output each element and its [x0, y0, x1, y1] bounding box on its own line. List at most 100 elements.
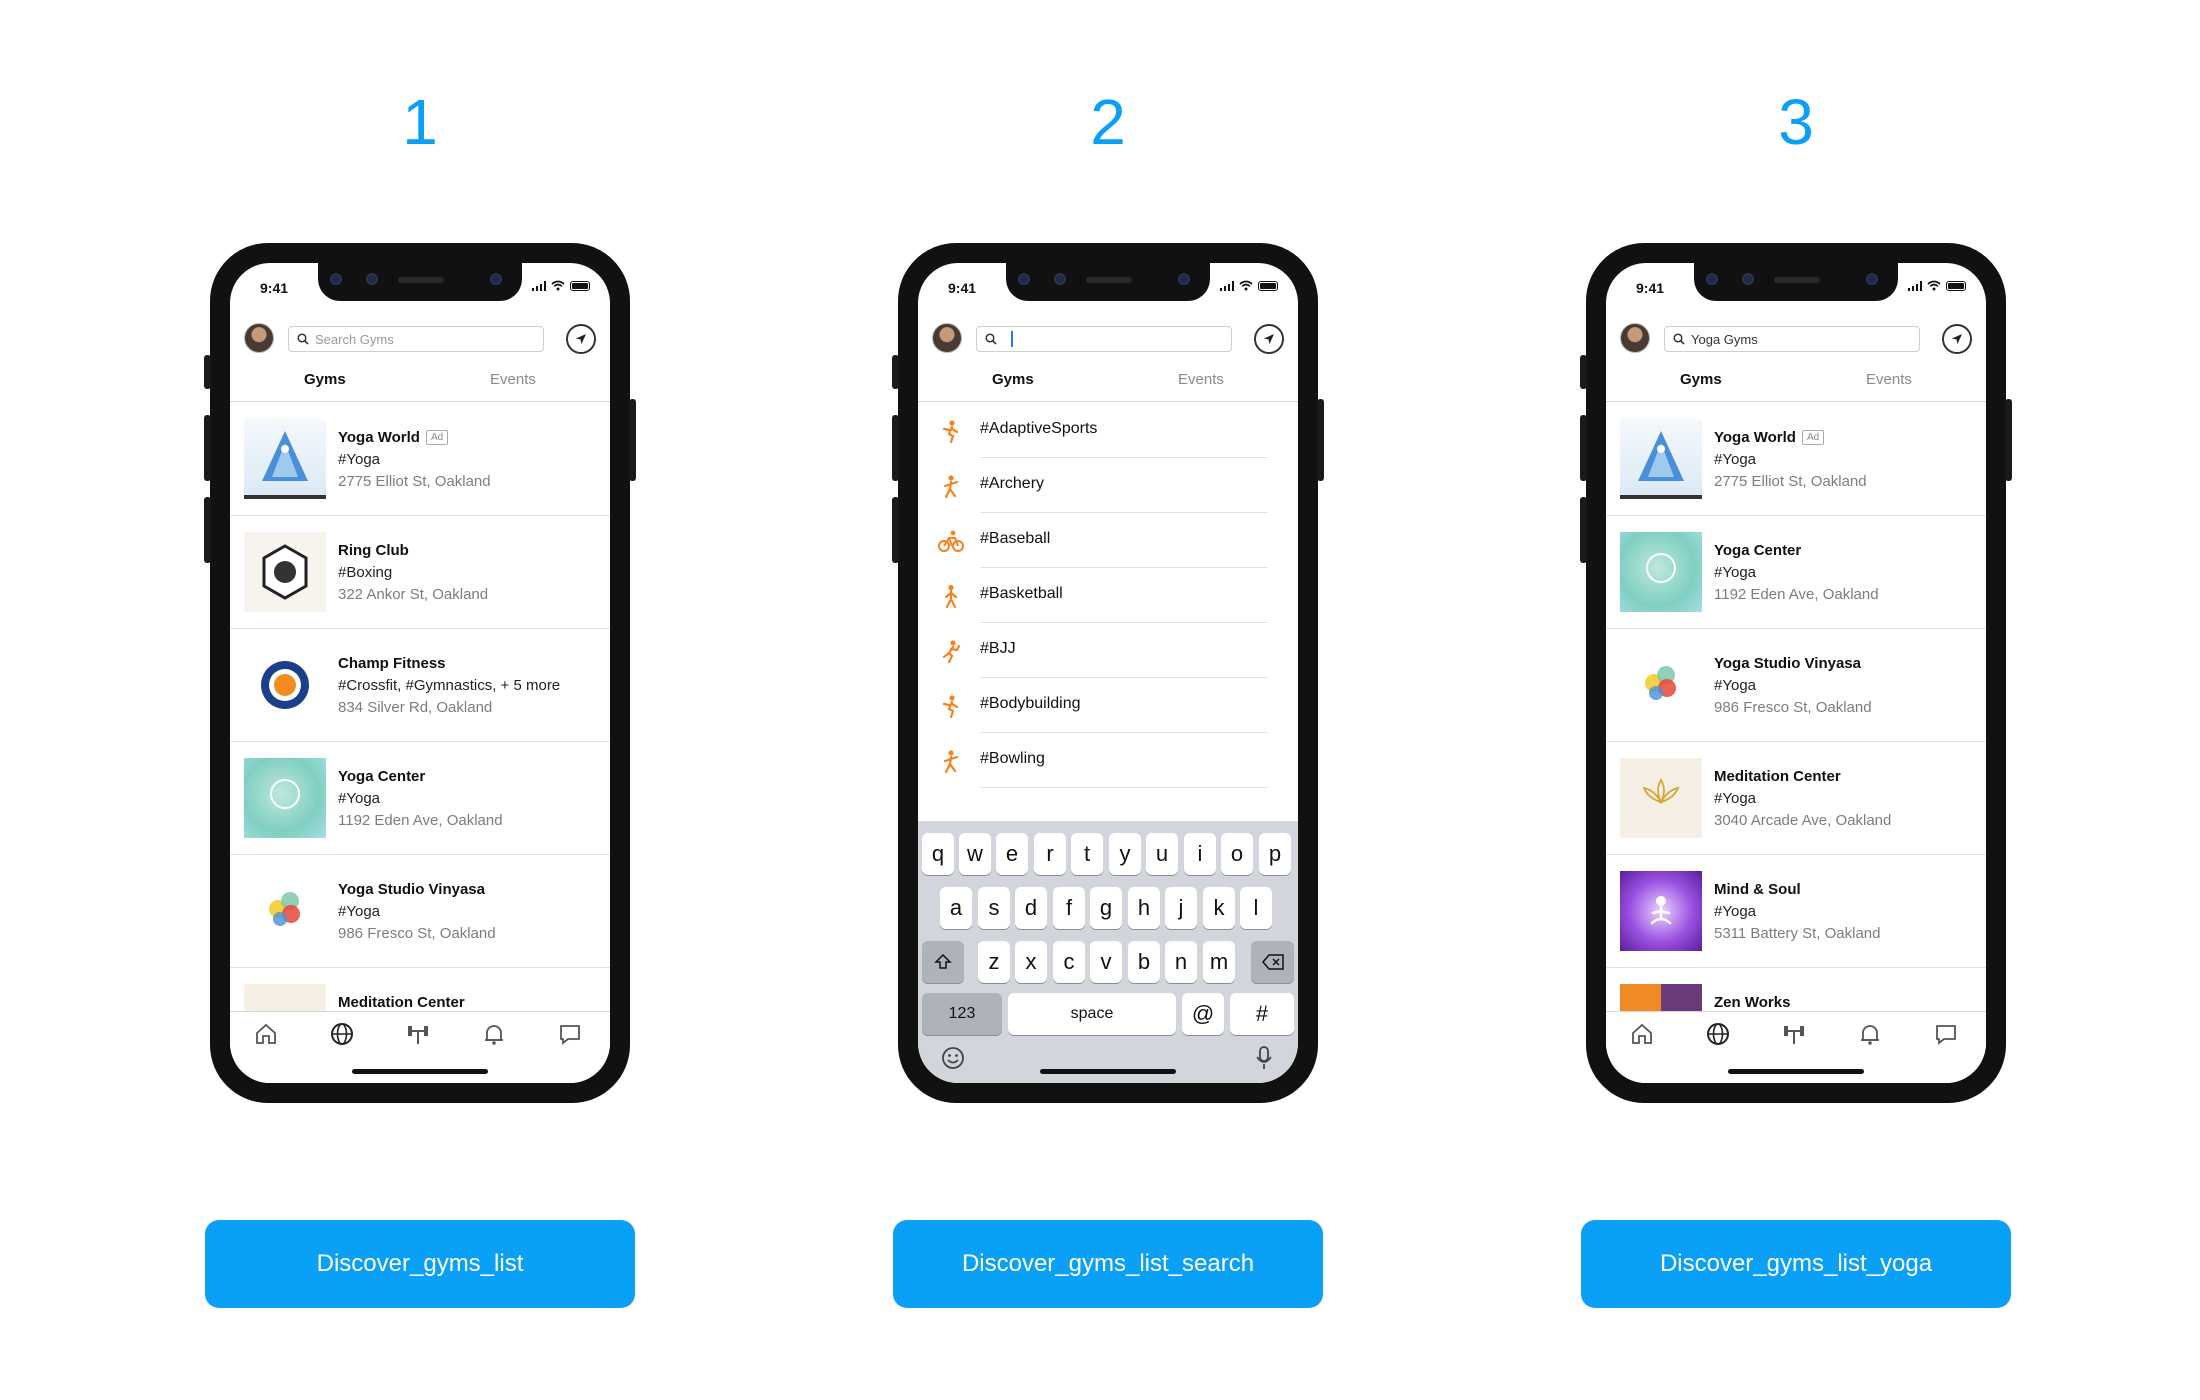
home-icon[interactable]	[1628, 1020, 1656, 1048]
numbers-key[interactable]: 123	[922, 993, 1002, 1035]
gym-tags: #Yoga	[1714, 451, 1756, 468]
key-l[interactable]: l	[1240, 887, 1272, 929]
list-item[interactable]: Yoga Center #Yoga 1192 Eden Ave, Oakland	[230, 742, 610, 855]
key-y[interactable]: y	[1109, 833, 1141, 875]
avatar[interactable]	[932, 323, 962, 353]
location-button[interactable]	[1254, 324, 1284, 354]
key-a[interactable]: a	[940, 887, 972, 929]
caption-button[interactable]: Discover_gyms_list	[205, 1220, 635, 1308]
key-q[interactable]: q	[922, 833, 954, 875]
baseball-icon	[938, 530, 964, 552]
gym-name: Yoga Studio Vinyasa	[338, 881, 485, 898]
tab-events[interactable]: Events	[1178, 371, 1224, 388]
search-input[interactable]: Search Gyms	[288, 326, 544, 352]
tab-gyms[interactable]: Gyms	[992, 371, 1034, 388]
suggestion-item[interactable]: #Baseball	[918, 513, 1298, 568]
hash-key[interactable]: #	[1230, 993, 1294, 1035]
list-item[interactable]: Meditation Center	[230, 968, 610, 1011]
chat-icon[interactable]	[1932, 1020, 1960, 1048]
tab-events[interactable]: Events	[1866, 371, 1912, 388]
location-button[interactable]	[566, 324, 596, 354]
list-item[interactable]: Yoga World Ad #Yoga 2775 Elliot St, Oakla…	[230, 403, 610, 516]
key-u[interactable]: u	[1146, 833, 1178, 875]
caption-button[interactable]: Discover_gyms_list_yoga	[1581, 1220, 2011, 1308]
microphone-icon[interactable]	[1254, 1045, 1274, 1071]
key-f[interactable]: f	[1053, 887, 1085, 929]
list-item[interactable]: Meditation Center #Yoga 3040 Arcade Ave,…	[1606, 742, 1986, 855]
list-item[interactable]: Ring Club #Boxing 322 Ankor St, Oakland	[230, 516, 610, 629]
bodybuilding-icon	[942, 695, 959, 719]
key-o[interactable]: o	[1221, 833, 1253, 875]
home-indicator	[352, 1069, 488, 1074]
signal-icon	[1219, 280, 1234, 291]
gym-tags: #Yoga	[338, 790, 380, 807]
key-n[interactable]: n	[1165, 941, 1197, 983]
key-x[interactable]: x	[1015, 941, 1047, 983]
key-r[interactable]: r	[1034, 833, 1066, 875]
location-button[interactable]	[1942, 324, 1972, 354]
volume-up-button	[892, 415, 899, 481]
key-b[interactable]: b	[1128, 941, 1160, 983]
location-arrow-icon	[1264, 334, 1274, 344]
at-key[interactable]: @	[1182, 993, 1224, 1035]
key-c[interactable]: c	[1053, 941, 1085, 983]
dumbbell-icon[interactable]	[404, 1020, 432, 1048]
tab-gyms[interactable]: Gyms	[304, 371, 346, 388]
search-input[interactable]	[976, 326, 1232, 352]
key-v[interactable]: v	[1090, 941, 1122, 983]
gym-list: Yoga World Ad #Yoga 2775 Elliot St, Oakla…	[1606, 403, 1986, 1011]
yoga-world-logo	[1620, 431, 1702, 499]
backspace-key[interactable]	[1251, 941, 1294, 983]
gym-thumbnail	[244, 645, 326, 725]
suggestion-label: #Bowling	[980, 750, 1045, 767]
key-z[interactable]: z	[978, 941, 1010, 983]
bell-icon[interactable]	[480, 1020, 508, 1048]
list-item[interactable]: Zen Works	[1606, 968, 1986, 1011]
key-t[interactable]: t	[1071, 833, 1103, 875]
key-e[interactable]: e	[996, 833, 1028, 875]
suggestion-item[interactable]: #AdaptiveSports	[918, 403, 1298, 458]
gym-thumbnail	[1620, 871, 1702, 951]
list-item[interactable]: Mind & Soul #Yoga 5311 Battery St, Oakla…	[1606, 855, 1986, 968]
globe-icon[interactable]	[328, 1020, 356, 1048]
suggestion-item[interactable]: #Archery	[918, 458, 1298, 513]
shift-key[interactable]	[922, 941, 964, 983]
list-item[interactable]: Yoga Studio Vinyasa #Yoga 986 Fresco St,…	[1606, 629, 1986, 742]
key-i[interactable]: i	[1184, 833, 1216, 875]
space-key[interactable]: space	[1008, 993, 1176, 1035]
key-j[interactable]: j	[1165, 887, 1197, 929]
gym-thumbnail	[1620, 419, 1702, 499]
key-w[interactable]: w	[959, 833, 991, 875]
tab-events[interactable]: Events	[490, 371, 536, 388]
avatar[interactable]	[244, 323, 274, 353]
key-m[interactable]: m	[1203, 941, 1235, 983]
list-item[interactable]: Yoga Studio Vinyasa #Yoga 986 Fresco St,…	[230, 855, 610, 968]
search-input[interactable]: Yoga Gyms	[1664, 326, 1920, 352]
key-s[interactable]: s	[978, 887, 1010, 929]
caption-button[interactable]: Discover_gyms_list_search	[893, 1220, 1323, 1308]
emoji-icon[interactable]	[940, 1045, 966, 1071]
search-icon	[985, 333, 997, 345]
suggestion-item[interactable]: #BJJ	[918, 623, 1298, 678]
suggestion-item[interactable]: #Basketball	[918, 568, 1298, 623]
gym-name: Ring Club	[338, 542, 409, 559]
list-item[interactable]: Champ Fitness #Crossfit, #Gymnastics, + …	[230, 629, 610, 742]
key-p[interactable]: p	[1259, 833, 1291, 875]
suggestion-list: #AdaptiveSports #Archery #Baseball #Bask…	[918, 403, 1298, 788]
list-item[interactable]: Yoga Center #Yoga 1192 Eden Ave, Oakland	[1606, 516, 1986, 629]
key-k[interactable]: k	[1203, 887, 1235, 929]
key-d[interactable]: d	[1015, 887, 1047, 929]
home-icon[interactable]	[252, 1020, 280, 1048]
avatar[interactable]	[1620, 323, 1650, 353]
dumbbell-icon[interactable]	[1780, 1020, 1808, 1048]
key-h[interactable]: h	[1128, 887, 1160, 929]
globe-icon[interactable]	[1704, 1020, 1732, 1048]
chat-icon[interactable]	[556, 1020, 584, 1048]
list-item[interactable]: Yoga World Ad #Yoga 2775 Elliot St, Oakla…	[1606, 403, 1986, 516]
phone-screen: 9:41 Gyms Events #AdaptiveSports #Archer…	[918, 263, 1298, 1083]
key-g[interactable]: g	[1090, 887, 1122, 929]
suggestion-item[interactable]: #Bodybuilding	[918, 678, 1298, 733]
suggestion-item[interactable]: #Bowling	[918, 733, 1298, 788]
bell-icon[interactable]	[1856, 1020, 1884, 1048]
tab-gyms[interactable]: Gyms	[1680, 371, 1722, 388]
